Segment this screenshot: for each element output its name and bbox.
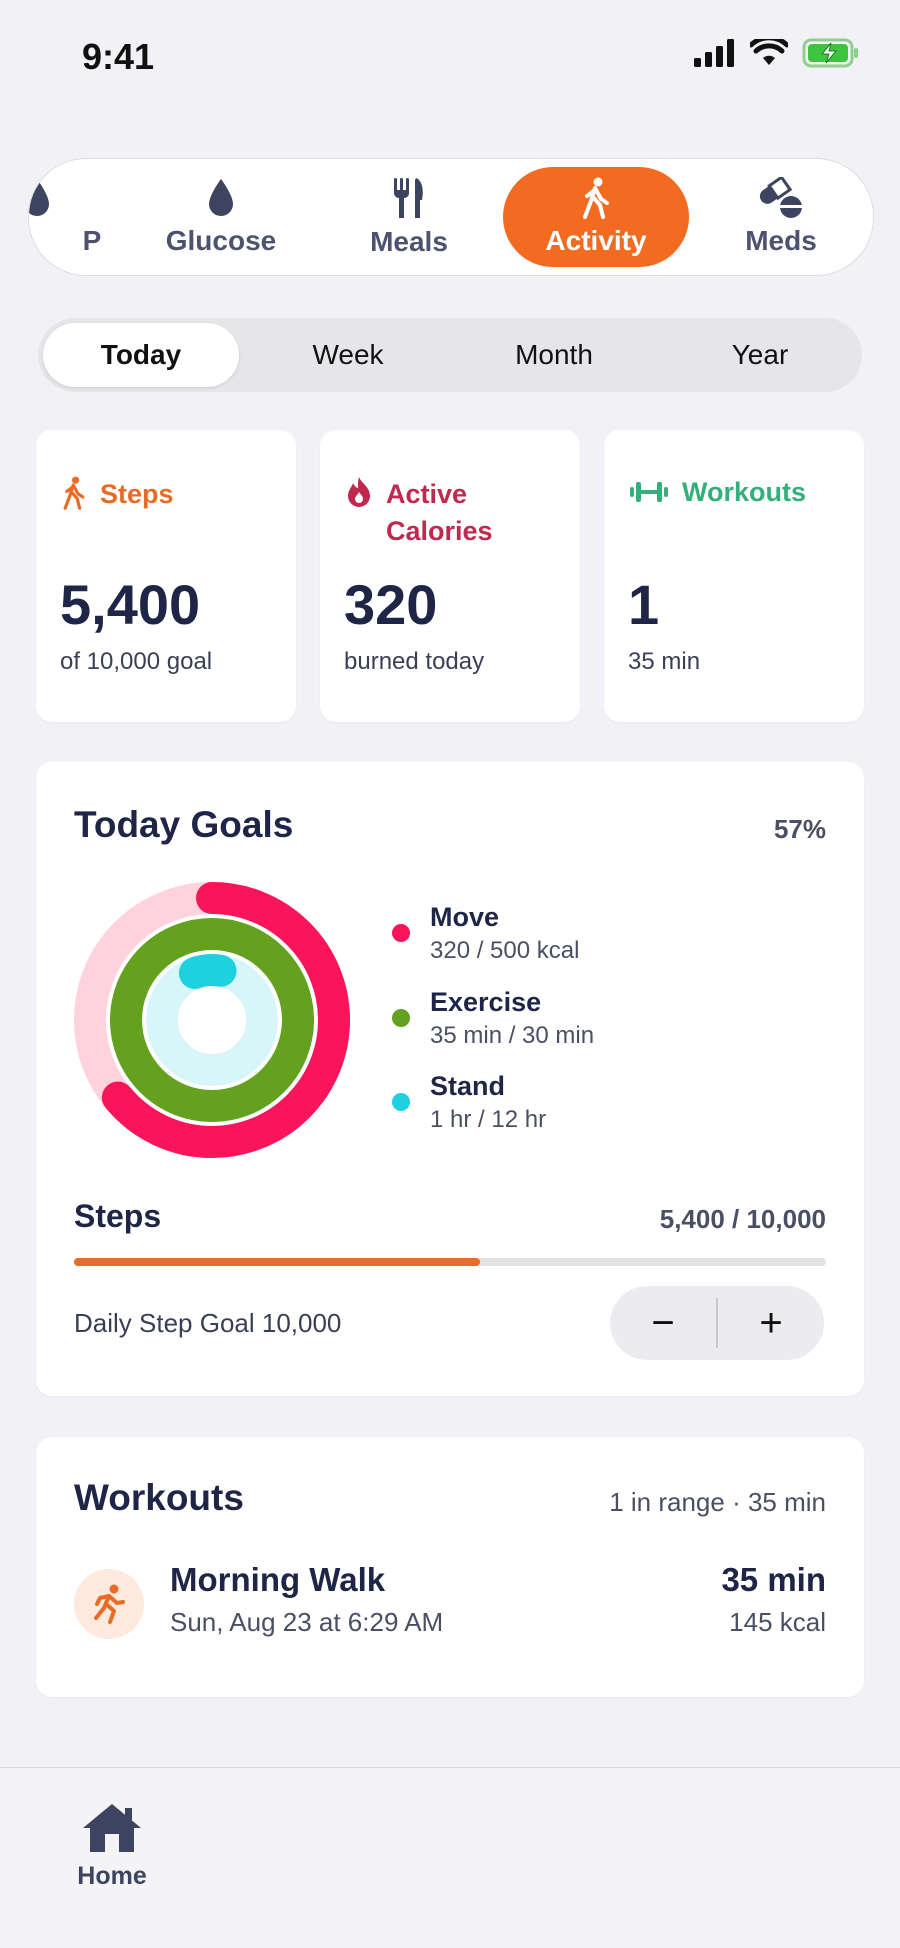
- wifi-icon: [750, 39, 788, 65]
- exercise-label: Exercise: [430, 987, 542, 1017]
- segment-today[interactable]: Today: [43, 323, 239, 387]
- tab-meals[interactable]: Meals: [319, 159, 499, 275]
- flame-icon: [348, 477, 370, 507]
- decrease-goal-button[interactable]: −: [610, 1286, 716, 1360]
- workout-row[interactable]: Morning Walk Sun, Aug 23 at 6:29 AM 35 m…: [74, 1561, 826, 1653]
- walking-icon: [63, 476, 85, 510]
- calories-card[interactable]: Active Calories 320 burned today: [320, 430, 580, 722]
- steps-progress-value: 5,400 / 10,000: [659, 1204, 826, 1234]
- steps-card[interactable]: Steps 5,400 of 10,000 goal: [36, 430, 296, 722]
- home-icon: [83, 1804, 141, 1852]
- workouts-summary: 1 in range · 35 min: [609, 1487, 826, 1517]
- workouts-list-title: Workouts: [74, 1477, 244, 1518]
- walking-icon: [583, 177, 609, 219]
- tab-home-label: Home: [77, 1862, 147, 1890]
- drop-icon: [29, 179, 49, 216]
- workouts-list-card: Workouts 1 in range · 35 min Morning Wal…: [36, 1437, 864, 1697]
- workouts-title: Workouts: [682, 477, 807, 507]
- workout-icon-badge: [74, 1569, 144, 1639]
- increase-goal-button[interactable]: +: [718, 1286, 824, 1360]
- stand-value: 1 hr / 12 hr: [430, 1106, 547, 1133]
- fork-knife-icon: [394, 178, 423, 218]
- status-time: 9:41: [82, 36, 155, 77]
- tab-p[interactable]: P: [29, 159, 127, 275]
- steps-progress-fill: [74, 1258, 481, 1266]
- steps-card-title: Steps: [62, 476, 174, 513]
- drop-icon: [209, 179, 233, 216]
- segment-week[interactable]: Week: [250, 323, 446, 387]
- workout-name: Morning Walk: [170, 1561, 386, 1598]
- workouts-card-title: Workouts: [630, 474, 806, 511]
- steps-title: Steps: [100, 479, 174, 509]
- running-icon: [94, 1584, 125, 1624]
- workout-kcal: 145 kcal: [729, 1607, 826, 1637]
- tab-activity[interactable]: Activity: [503, 167, 689, 267]
- move-value: 320 / 500 kcal: [430, 937, 580, 964]
- today-goals-card: Today Goals 57% Move 320 / 500 kcal Exer…: [36, 762, 864, 1396]
- goals-title: Today Goals: [74, 804, 294, 845]
- workouts-value: 1: [628, 573, 660, 636]
- segment-month[interactable]: Month: [456, 323, 652, 387]
- calories-sub: burned today: [344, 648, 485, 675]
- status-icons: [694, 38, 860, 68]
- stand-label: Stand: [430, 1071, 506, 1101]
- legend-stand: Stand 1 hr / 12 hr: [392, 1071, 546, 1134]
- category-tab-bar: P Glucose Meals Activity Meds: [28, 158, 874, 276]
- move-dot: [392, 924, 410, 942]
- tab-home[interactable]: Home: [62, 1802, 162, 1891]
- bottom-tab-bar: Home: [0, 1767, 900, 1948]
- segment-year[interactable]: Year: [662, 323, 858, 387]
- tab-glucose[interactable]: Glucose: [131, 159, 311, 275]
- stand-dot: [392, 1093, 410, 1111]
- workouts-sub: 35 min: [628, 648, 701, 675]
- workouts-card[interactable]: Workouts 1 35 min: [604, 430, 864, 722]
- dumbbell-icon: [630, 482, 668, 502]
- exercise-value: 35 min / 30 min: [430, 1022, 595, 1049]
- legend-exercise: Exercise 35 min / 30 min: [392, 987, 594, 1050]
- exercise-dot: [392, 1009, 410, 1027]
- activity-rings: [74, 882, 350, 1158]
- steps-progress-label: Steps: [74, 1198, 162, 1234]
- calories-value: 320: [344, 573, 438, 636]
- workout-duration: 35 min: [721, 1561, 826, 1598]
- steps-sub: of 10,000 goal: [60, 648, 213, 675]
- legend-move: Move 320 / 500 kcal: [392, 902, 579, 965]
- pills-icon: [759, 177, 802, 218]
- tab-meds-label: Meds: [745, 225, 817, 256]
- calories-title-line2: Calories: [386, 516, 493, 546]
- tab-activity-label: Activity: [545, 225, 647, 256]
- steps-value: 5,400: [60, 573, 201, 636]
- tab-p-label: P: [82, 225, 102, 256]
- steps-progress-track: [74, 1258, 826, 1266]
- cellular-signal-icon: [694, 39, 734, 67]
- battery-charging-icon: [802, 38, 858, 68]
- calories-title-line1: Active: [386, 479, 468, 509]
- tab-meals-label: Meals: [370, 226, 448, 257]
- move-label: Move: [430, 902, 500, 932]
- calories-card-title: Active Calories: [346, 476, 493, 550]
- daily-step-goal-text: Daily Step Goal 10,000: [74, 1308, 342, 1338]
- period-segmented-control: Today Week Month Year: [38, 318, 862, 392]
- workout-date: Sun, Aug 23 at 6:29 AM: [170, 1607, 444, 1637]
- step-goal-stepper: − +: [610, 1286, 824, 1360]
- goals-percent: 57%: [773, 814, 826, 844]
- tab-meds[interactable]: Meds: [691, 159, 871, 275]
- tab-glucose-label: Glucose: [165, 225, 277, 256]
